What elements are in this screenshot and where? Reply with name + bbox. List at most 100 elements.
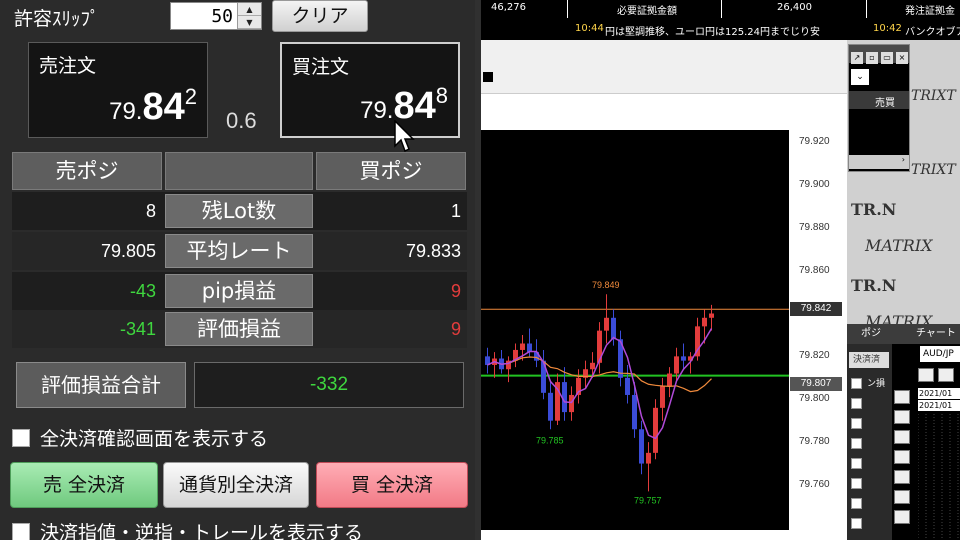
buy-position-header: 買ポジ: [316, 152, 466, 190]
stepper-down-icon[interactable]: ▼: [238, 16, 261, 29]
confirm-close-all-label: 全決済確認画面を表示する: [40, 428, 269, 450]
symbol-select[interactable]: AUD/JP: [920, 346, 960, 362]
sell-position-header: 売ポジ: [12, 152, 162, 190]
confirm-close-all-checkbox[interactable]: [12, 429, 30, 447]
total-pnl-value: -332: [194, 362, 464, 408]
cursor-tool-icon[interactable]: [894, 390, 910, 404]
lot-count-label: 残Lot数: [165, 194, 313, 228]
sell-price-fraction: 2: [184, 84, 197, 109]
lock-icon[interactable]: [918, 368, 934, 382]
mouse-cursor-icon: [394, 120, 415, 153]
news1-text[interactable]: 円は堅調推移、ユーロ円は125.24円までじり安: [605, 23, 820, 38]
ad-text-4: MATRIX: [865, 236, 933, 255]
sell-price-prefix: 79.: [109, 98, 143, 125]
window-icon[interactable]: [938, 368, 954, 382]
line-tool-icon[interactable]: [894, 410, 910, 424]
ask-price-tag: 79.842: [790, 302, 842, 317]
high-price-label: 79.849: [592, 280, 620, 290]
rect-tool-icon[interactable]: [894, 490, 910, 504]
minimize-icon[interactable]: ▫: [866, 52, 878, 64]
news-ticker[interactable]: 10:44 円は堅調推移、ユーロ円は125.24円までじり安 10:42 バンク…: [481, 18, 960, 40]
position-checkbox[interactable]: [851, 438, 862, 449]
ad-text-2: TRIXT: [911, 162, 956, 178]
expand-icon[interactable]: [483, 72, 493, 82]
position-checkbox[interactable]: [851, 458, 862, 469]
candle-body: [674, 356, 679, 374]
pin-icon[interactable]: ↗: [851, 52, 863, 64]
close-icon[interactable]: ×: [896, 52, 908, 64]
position-checkbox[interactable]: [851, 378, 862, 389]
maximize-icon[interactable]: ▭: [881, 52, 893, 64]
show-stop-trail-label: 決済指値・逆指・トレールを表示する: [40, 522, 364, 540]
ticker-cell-1: 46,276: [491, 2, 526, 13]
buy-close-all-button[interactable]: 買 全決済: [316, 462, 468, 508]
buy-order-title: 買注文: [292, 56, 350, 78]
date-label-1: 2021/01: [918, 388, 960, 399]
ticker-cell-3: 26,400: [777, 2, 812, 13]
pip-pnl-label: pip損益: [165, 274, 313, 308]
price-tick-label: 79.920: [799, 136, 830, 147]
price-tick-label: 79.880: [799, 221, 830, 233]
position-checkbox[interactable]: [851, 498, 862, 509]
sell-order-button[interactable]: 売注文 79.842: [28, 42, 208, 138]
stepper-up-icon[interactable]: ▲: [238, 3, 261, 16]
show-stop-trail-checkbox[interactable]: [12, 523, 30, 540]
position-checkbox[interactable]: [851, 418, 862, 429]
sell-close-all-button[interactable]: 売 全決済: [10, 462, 158, 508]
show-stop-trail-option[interactable]: 決済指値・逆指・トレールを表示する: [12, 518, 363, 540]
ad-text-3: TR.N: [851, 200, 897, 219]
text-tool-icon[interactable]: [894, 510, 910, 524]
position-checkbox[interactable]: [851, 478, 862, 489]
sell-price: 79.842: [109, 84, 197, 129]
mini-col-header: 売買: [849, 91, 909, 109]
mini-chart-grid: [918, 414, 959, 540]
price-chart[interactable]: 79.849 79.785 79.757: [481, 130, 789, 530]
candle-body: [590, 362, 595, 370]
low-price-label: 79.785: [536, 435, 564, 445]
candle-body: [548, 392, 553, 421]
candle-body: [520, 343, 525, 350]
news2-text[interactable]: バンクオブアメ: [905, 23, 960, 38]
slippage-value[interactable]: 50: [211, 6, 233, 27]
position-checkbox[interactable]: [851, 398, 862, 409]
news2-time: 10:42: [873, 23, 902, 34]
dropdown-arrow-icon[interactable]: ⌄: [851, 69, 869, 85]
chart-footer: [481, 530, 789, 540]
candle-body: [625, 377, 630, 395]
channel-tool-icon[interactable]: [894, 430, 910, 444]
buy-order-button[interactable]: 買注文 79.848: [280, 42, 460, 138]
sell-pip-pnl: -43: [129, 281, 156, 301]
mini-trade-window: ↗ ▫ ▭ × ⌄ 売買 ›: [848, 44, 910, 172]
candle-body: [653, 407, 658, 453]
ad-text-5: TR.N: [851, 276, 897, 295]
position-checkbox[interactable]: [851, 518, 862, 529]
ticker-cell-2: 必要証拠金額: [617, 6, 677, 17]
candlestick-chart: 79.849 79.785 79.757: [481, 280, 789, 505]
sell-price-pips: 84: [142, 86, 185, 128]
candle-body: [611, 317, 616, 340]
fib-tool-icon[interactable]: [894, 450, 910, 464]
ad-text-1: TRIXT: [911, 88, 956, 104]
sell-lot-count: 8: [145, 201, 156, 221]
price-tick-label: 79.860: [799, 264, 830, 276]
buy-lot-count: 1: [450, 201, 461, 221]
pip-pnl-row: -43 pip損益 9: [12, 272, 467, 310]
mini-window-controls: ↗ ▫ ▭ ×: [849, 45, 909, 64]
hline-tool-icon[interactable]: [894, 470, 910, 484]
buy-price-prefix: 79.: [360, 97, 394, 124]
price-axis: 79.920 79.900 79.880 79.860 79.820 79.800 79.7…: [789, 130, 847, 540]
price-tick-label: 79.800: [799, 393, 830, 405]
sell-order-title: 売注文: [39, 55, 97, 77]
buy-avg-rate: 79.833: [405, 241, 461, 261]
lot-count-row: 8 残Lot数 1: [12, 192, 467, 230]
clear-button[interactable]: クリア: [272, 0, 368, 32]
slippage-stepper[interactable]: 50 ▲ ▼: [170, 2, 262, 30]
currency-close-all-button[interactable]: 通貨別全決済: [163, 462, 309, 508]
stepper-buttons[interactable]: ▲ ▼: [237, 3, 261, 29]
confirm-close-all-option[interactable]: 全決済確認画面を表示する: [12, 424, 268, 451]
candle-body: [660, 386, 665, 408]
valuation-pnl-label: 評価損益: [165, 312, 313, 346]
candle-body: [604, 317, 609, 331]
chart-window-title: チャート: [892, 324, 960, 344]
scroll-right-icon[interactable]: ›: [849, 155, 909, 169]
